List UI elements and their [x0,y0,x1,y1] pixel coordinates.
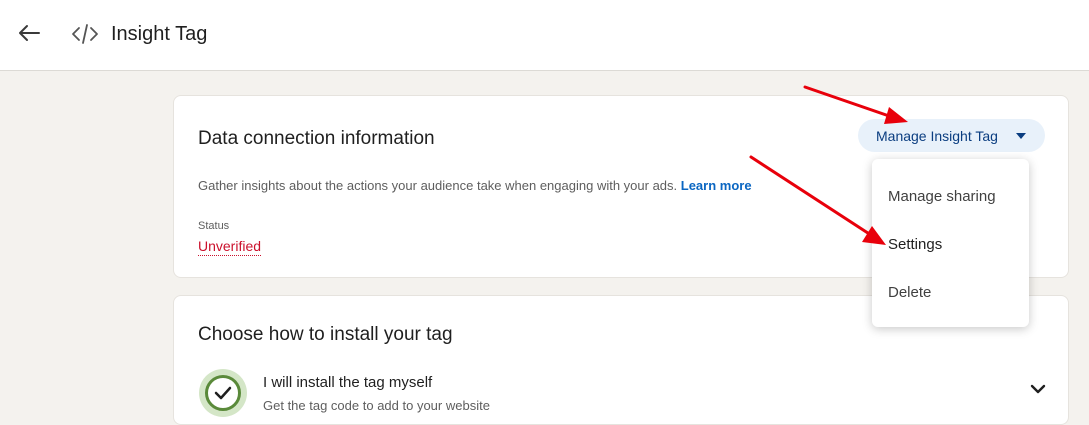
page-title: Insight Tag [111,23,208,45]
menu-item-settings[interactable]: Settings [888,236,942,253]
manage-insight-tag-button[interactable]: Manage Insight Tag [858,119,1045,152]
data-connection-description: Gather insights about the actions your a… [198,178,752,193]
status-label: Status [198,220,230,232]
caret-down-icon [1016,133,1026,139]
menu-item-manage-sharing[interactable]: Manage sharing [888,188,996,205]
status-badge[interactable]: Unverified [198,238,262,256]
install-title: Choose how to install your tag [198,324,453,345]
description-text: Gather insights about the actions your a… [198,178,678,193]
chevron-down-icon[interactable] [1028,382,1048,396]
check-icon [199,369,247,417]
back-button[interactable] [14,19,44,47]
learn-more-link[interactable]: Learn more [681,178,752,193]
manage-button-label: Manage Insight Tag [876,127,998,144]
install-option-subtitle: Get the tag code to add to your website [263,398,490,413]
code-icon [72,24,98,44]
install-option-title[interactable]: I will install the tag myself [263,374,432,391]
manage-dropdown-menu: Manage sharing Settings Delete [872,159,1029,327]
data-connection-title: Data connection information [198,128,435,149]
arrow-left-icon [19,25,40,41]
menu-item-delete[interactable]: Delete [888,284,931,301]
top-bar: Insight Tag [0,0,1089,71]
